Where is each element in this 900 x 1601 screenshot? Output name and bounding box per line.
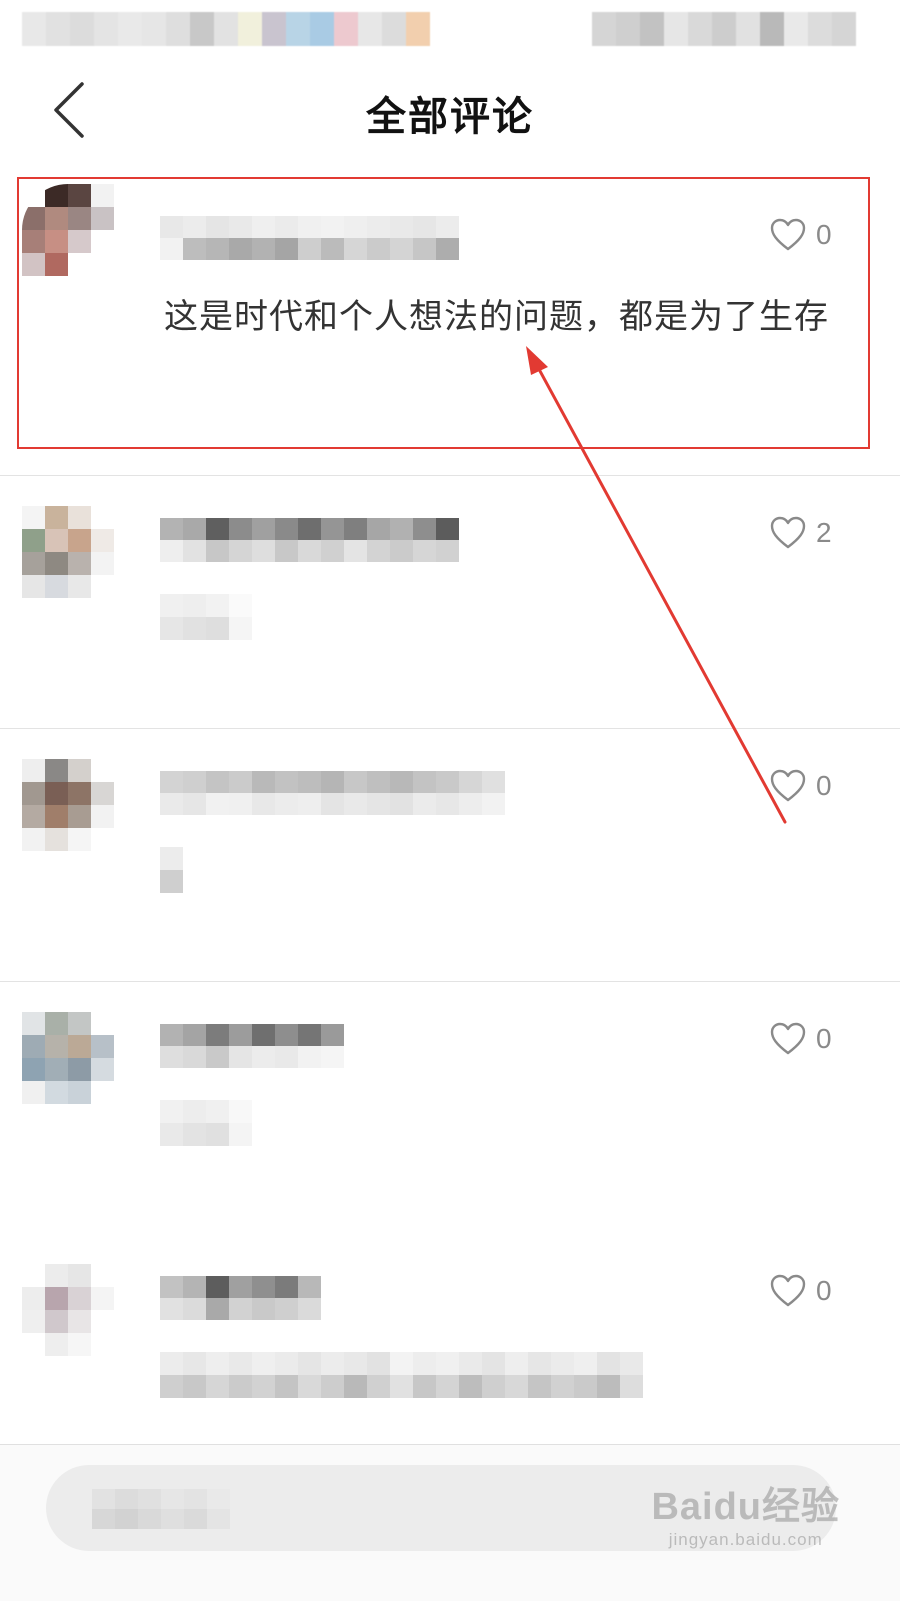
heart-outline-icon <box>770 218 806 251</box>
comment-item: 0 <box>0 982 900 1235</box>
like-button[interactable]: 0 <box>770 769 834 803</box>
like-button[interactable]: 2 <box>770 516 834 550</box>
comment-content-pixelated <box>160 1352 643 1398</box>
avatar[interactable] <box>22 1264 114 1356</box>
status-bar <box>0 0 900 60</box>
avatar[interactable] <box>22 1012 114 1104</box>
comment-item: 0 <box>0 729 900 982</box>
heart-outline-icon <box>770 1274 806 1307</box>
header: 全部评论 <box>0 60 900 169</box>
like-button[interactable]: 0 <box>770 1022 834 1056</box>
avatar[interactable] <box>22 759 114 851</box>
comment-content-pixelated <box>160 847 183 893</box>
avatar[interactable] <box>22 506 114 598</box>
like-button[interactable]: 0 <box>770 218 834 252</box>
status-right-pixelated <box>592 12 872 46</box>
watermark-logo: Baidu经验 <box>651 1486 840 1528</box>
status-left-pixelated <box>22 12 442 46</box>
username-pixelated <box>160 518 459 562</box>
bottom-bar: Baidu经验 jingyan.baidu.com <box>0 1444 900 1601</box>
heart-outline-icon <box>770 1022 806 1055</box>
watermark-url: jingyan.baidu.com <box>668 1530 823 1549</box>
username-pixelated <box>160 771 505 815</box>
like-count: 0 <box>816 770 832 801</box>
like-count: 0 <box>816 219 832 250</box>
heart-outline-icon <box>770 516 806 549</box>
comment-content-pixelated <box>160 594 252 640</box>
comment-item: 0 这是时代和个人想法的问题，都是为了生存 <box>0 168 900 476</box>
heart-outline-icon <box>770 769 806 802</box>
username-pixelated <box>160 216 480 260</box>
avatar[interactable] <box>22 184 114 276</box>
baidu-jingyan-watermark: Baidu经验 jingyan.baidu.com <box>651 1475 840 1550</box>
page-title: 全部评论 <box>366 94 534 140</box>
username-pixelated <box>160 1024 344 1068</box>
like-button[interactable]: 0 <box>770 1274 834 1308</box>
input-placeholder-pixelated <box>92 1489 230 1529</box>
username-pixelated <box>160 1276 321 1320</box>
like-count: 0 <box>816 1275 832 1306</box>
comment-text: 这是时代和个人想法的问题，都是为了生存 <box>164 297 829 337</box>
like-count: 2 <box>816 517 832 548</box>
comment-item: 0 <box>0 1234 900 1445</box>
like-count: 0 <box>816 1023 832 1054</box>
comment-item: 2 <box>0 476 900 729</box>
comment-content-pixelated <box>160 1100 252 1146</box>
